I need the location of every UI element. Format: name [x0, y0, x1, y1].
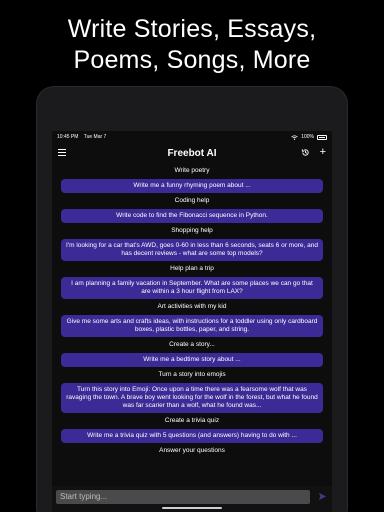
history-icon[interactable]: [301, 148, 310, 157]
message-input[interactable]: [56, 490, 310, 504]
home-indicator: [162, 507, 222, 509]
app-bar: Freebot AI +: [52, 143, 332, 163]
marketing-headline: Write Stories, Essays, Poems, Songs, Mor…: [0, 14, 384, 76]
headline-line-1: Write Stories, Essays,: [67, 15, 317, 43]
prompt-button[interactable]: Give me some arts and crafts ideas, with…: [61, 315, 323, 337]
status-date: Tue Mar 7: [83, 134, 107, 140]
headline-line-2: Poems, Songs, More: [73, 46, 311, 74]
section-title: Create a trivia quiz: [164, 417, 220, 424]
prompt-button[interactable]: Write me a bedtime story about ...: [61, 353, 323, 367]
section-title: Create a story...: [169, 341, 215, 348]
prompt-button[interactable]: Write me a funny rhyming poem about ...: [61, 179, 323, 193]
section-title: Turn a story into emojis: [158, 371, 226, 378]
section-title: Shopping help: [171, 227, 213, 234]
suggestions-list: Write poetry Write me a funny rhyming po…: [52, 167, 332, 455]
battery-percent: 100%: [301, 134, 314, 140]
menu-icon[interactable]: [58, 149, 66, 156]
prompt-button[interactable]: Turn this story into Emoji: Once upon a …: [61, 383, 323, 413]
prompt-button[interactable]: I am planning a family vacation in Septe…: [61, 277, 323, 299]
wifi-icon: [291, 134, 298, 140]
section-title: Help plan a trip: [170, 265, 214, 272]
app-screen: 10:45 PM Tue Mar 7 100% Freebot AI + Wri…: [52, 131, 332, 512]
prompt-button[interactable]: I'm looking for a car that's AWD, goes 0…: [61, 239, 323, 261]
section-title: Write poetry: [174, 167, 210, 174]
battery-icon: [317, 134, 327, 140]
send-icon[interactable]: [318, 492, 327, 501]
section-title: Art activities with my kid: [157, 303, 227, 310]
status-bar: 10:45 PM Tue Mar 7 100%: [52, 131, 332, 143]
section-title: Answer your questions: [159, 447, 225, 454]
prompt-button[interactable]: Write me a trivia quiz with 5 questions …: [61, 429, 323, 443]
prompt-button[interactable]: Write code to find the Fibonacci sequenc…: [61, 209, 323, 223]
plus-icon[interactable]: +: [320, 147, 326, 158]
section-title: Coding help: [174, 197, 210, 204]
app-title: Freebot AI: [167, 147, 217, 159]
input-bar: [52, 486, 332, 512]
status-time: 10:45 PM: [57, 134, 79, 140]
